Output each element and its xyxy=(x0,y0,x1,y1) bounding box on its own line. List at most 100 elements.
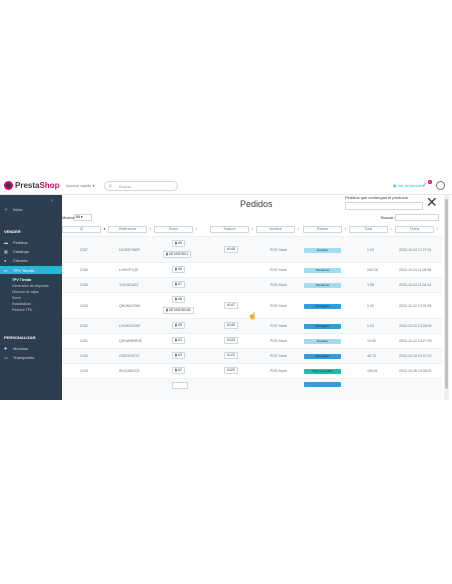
sidebar-item-label: Pedidos xyxy=(13,240,28,245)
sidebar-subitem[interactable]: Estadísticas xyxy=(12,302,31,306)
shipping-button[interactable]: ▮ #6 xyxy=(172,266,185,273)
order-date: 2022-10-24 17:27:41 xyxy=(399,248,432,252)
shipping-button[interactable]: ▮ #8 xyxy=(172,296,185,303)
status-badge: Pago aceptado xyxy=(304,369,341,374)
order-reference: LYGHNOZHP xyxy=(119,324,141,328)
sidebar-item-catalog[interactable]: ▦ Catálogo xyxy=(4,249,29,254)
table-row[interactable]: 2125 IRVOAEDOZ ▮ #2 #120 POS Store Pago … xyxy=(62,363,442,378)
table-row[interactable]: 2151 QENWNBRHE ▮ #3 #143 POS Store Envia… xyxy=(62,333,442,348)
sort-icon[interactable]: ⇕ xyxy=(251,227,254,231)
status-badge: Entregado xyxy=(304,354,341,359)
order-reference: QBLWKZSWI xyxy=(119,304,141,308)
notifications-icon[interactable]: ♪ xyxy=(423,181,427,188)
delivery-slip-button[interactable]: ▮ DEVMOD01 xyxy=(163,251,192,258)
close-icon[interactable]: ✕ xyxy=(426,195,438,209)
prestashop-logo-icon[interactable] xyxy=(4,181,13,190)
search-input[interactable]: ⌕ Buscar xyxy=(104,181,178,191)
show-entries-select[interactable]: 50 ▾ xyxy=(74,214,92,221)
monitor-icon: ▭ xyxy=(4,355,8,360)
sort-icon[interactable]: ⇕ xyxy=(149,227,152,231)
sidebar-item-label: TPV Tienda xyxy=(13,268,34,273)
status-badge: Pendiente xyxy=(304,283,341,288)
shipping-button[interactable]: ▮ #5 xyxy=(172,322,185,329)
sort-icon[interactable]: ⇕ xyxy=(297,227,300,231)
invoice-button[interactable]: #148 xyxy=(224,246,238,253)
sidebar-subitem[interactable]: Historial de cajas xyxy=(12,290,39,294)
table-row[interactable]: 2155 YGOSDUEZ ▮ #7 POS Store Pendiente 3… xyxy=(62,277,442,292)
screen: PrestaShop 1.7.6 Acceso rápido ▾ ⌕ Busca… xyxy=(0,178,452,400)
sidebar: « ↗ Inicio VENDER ▬ Pedidos ▦ Catálogo ● Cli… xyxy=(0,195,62,400)
sidebar-item-carriers[interactable]: ▭ Transportes xyxy=(4,355,34,360)
table-row[interactable]: 2152 LYGHNOZHP ▮ #5 #145 POS Store Entre… xyxy=(62,318,442,333)
sidebar-item-orders[interactable]: ▬ Pedidos xyxy=(4,240,27,245)
shipping-button[interactable]: ▮ #5 xyxy=(172,240,185,247)
order-reference: QENWNBRHE xyxy=(119,339,143,343)
column-header-name[interactable]: Nombre xyxy=(256,226,295,233)
sidebar-item-label: Transportes xyxy=(13,355,35,360)
sidebar-subitem[interactable]: Generador de etiquetas xyxy=(12,284,49,288)
invoice-button[interactable]: #147 xyxy=(224,302,238,309)
shipping-button[interactable]: ▮ #7 xyxy=(172,281,185,288)
order-shop-name: POS Store xyxy=(270,283,287,287)
order-id: 2153 xyxy=(80,304,88,308)
store-icon: ▦ xyxy=(4,249,8,254)
avatar[interactable] xyxy=(436,181,445,190)
invoice-button[interactable]: #143 xyxy=(224,337,238,344)
order-date: 2022-10-06 18:38:22 xyxy=(399,369,432,373)
sidebar-item-tpv[interactable]: ⇄ TPV Tienda xyxy=(4,268,34,273)
sort-icon[interactable]: ⇕ xyxy=(344,227,347,231)
view-shop-link[interactable]: ◉ Ver mi tienda ▾ xyxy=(393,183,424,188)
product-filter-input[interactable] xyxy=(345,202,423,210)
order-date: 2022-10-22 13:27:29 xyxy=(399,339,432,343)
column-header-status[interactable]: Estado xyxy=(303,226,342,233)
order-total: 46.75 xyxy=(367,354,376,358)
order-total: 10.00 xyxy=(367,339,376,343)
sort-icon[interactable]: ⇕ xyxy=(390,227,393,231)
order-id: 2151 xyxy=(80,339,88,343)
order-id: 2157 xyxy=(80,248,88,252)
column-header-date[interactable]: Fecha xyxy=(395,226,434,233)
delivery-slip-button[interactable]: ▮ DEVMOD01B xyxy=(163,307,194,314)
sidebar-item-label: Inicio xyxy=(13,207,23,212)
delivery-slip-label: DEVMOD01B xyxy=(168,308,191,312)
shipping-button[interactable]: ▮ #3 xyxy=(172,337,185,344)
column-header-invoice[interactable]: Factura xyxy=(210,226,249,233)
column-header-reference[interactable]: Referencia xyxy=(108,226,147,233)
puzzle-icon: ✚ xyxy=(4,346,8,351)
table-row[interactable]: 2157 DJGEEYBBP ▮ #5 ▮ DEVMOD01 #148 POS … xyxy=(62,236,442,262)
table-row[interactable] xyxy=(62,378,442,400)
order-shop-name: POS Store xyxy=(270,304,287,308)
sort-icon[interactable]: ⇕ xyxy=(436,227,439,231)
sidebar-item-customers[interactable]: ● Clientes xyxy=(4,258,27,263)
status-badge: Pendiente xyxy=(304,268,341,273)
invoice-button[interactable]: #145 xyxy=(224,322,238,329)
column-header-total[interactable]: Total xyxy=(349,226,388,233)
shipping-label: #5 xyxy=(177,323,182,327)
table-search-input[interactable] xyxy=(395,214,439,221)
order-shop-name: POS Store xyxy=(270,324,287,328)
column-header-shipping[interactable]: Envío xyxy=(154,226,193,233)
invoice-button[interactable]: #122 xyxy=(224,352,238,359)
collapse-sidebar-icon[interactable]: « xyxy=(51,198,54,204)
sidebar-subitem[interactable]: Stock xyxy=(12,296,21,300)
sidebar-section-sell: VENDER xyxy=(4,229,21,234)
shipping-button[interactable]: ▮ #3 xyxy=(172,352,185,359)
sidebar-item-modules[interactable]: ✚ Módulos xyxy=(4,346,28,351)
quick-access-menu[interactable]: Acceso rápido ▾ xyxy=(66,183,94,188)
sidebar-subitem[interactable]: TPV Tienda xyxy=(12,278,31,282)
invoice-button[interactable]: #120 xyxy=(224,367,238,374)
column-header-id[interactable]: ID xyxy=(62,226,101,233)
trend-icon: ↗ xyxy=(4,207,8,212)
shipping-label: #3 xyxy=(177,353,182,357)
shipping-button[interactable] xyxy=(172,382,188,389)
sidebar-subitem[interactable]: Pedidos TPV xyxy=(12,308,32,312)
table-row[interactable]: 2130 CNROH07V7 ▮ #3 #122 POS Store Entre… xyxy=(62,348,442,363)
shipping-button[interactable]: ▮ #2 xyxy=(172,367,185,374)
sidebar-item-dashboard[interactable]: ↗ Inicio xyxy=(4,207,22,212)
sort-icon[interactable]: ⇕ xyxy=(195,227,198,231)
table-row[interactable]: 2156 LHNGPYQE ▮ #6 POS Store Pendiente 2… xyxy=(62,262,442,277)
scrollbar-thumb[interactable] xyxy=(445,199,448,389)
sort-icon[interactable]: ▼ xyxy=(103,227,106,231)
order-reference: DJGEEYBBP xyxy=(119,248,141,252)
status-badge xyxy=(304,382,341,387)
